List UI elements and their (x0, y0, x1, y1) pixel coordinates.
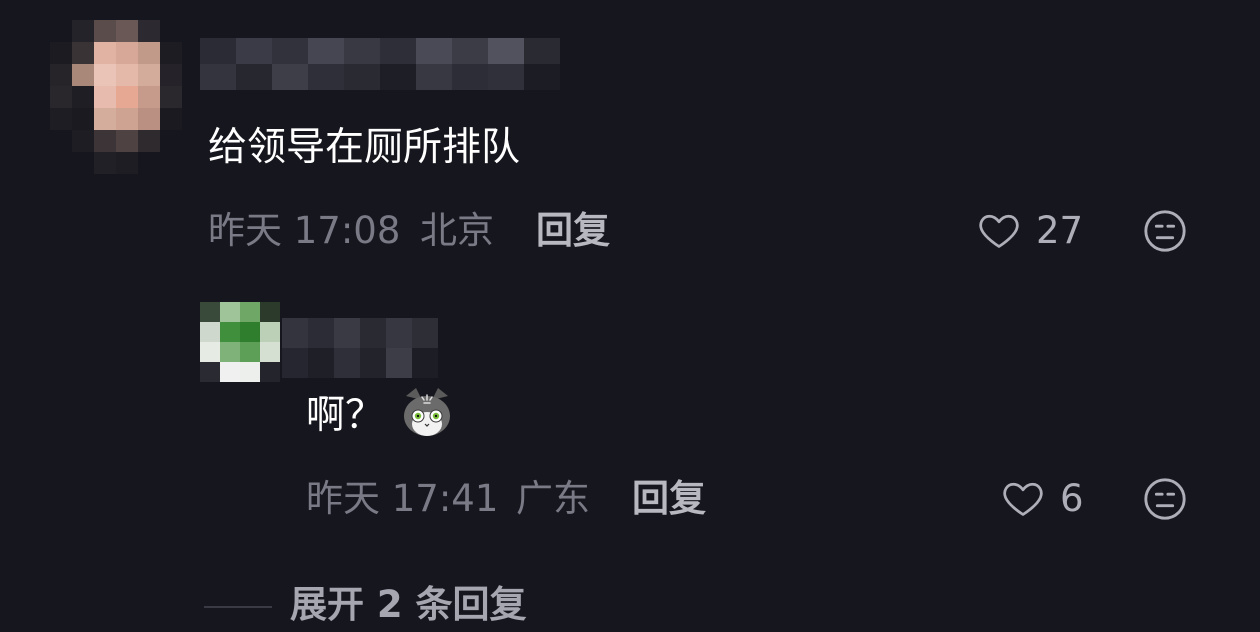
comment-location: 北京 (420, 209, 494, 252)
heart-outline-icon[interactable] (1000, 476, 1046, 520)
like-count: 27 (1036, 209, 1084, 252)
meh-face-icon[interactable] (1142, 208, 1188, 254)
reply-button[interactable]: 回复 (536, 212, 610, 249)
comment-thread: 给领导在厕所排队 昨天 17:08 北京 回复 27 啊？ 昨天 17:41 广… (0, 0, 1260, 632)
meh-face-icon[interactable] (1142, 476, 1188, 522)
cat-emoji-sticker (404, 388, 450, 436)
divider (204, 606, 272, 608)
username[interactable] (200, 38, 560, 90)
heart-outline-icon[interactable] (976, 208, 1022, 252)
reply-username[interactable] (282, 318, 438, 378)
avatar[interactable] (50, 20, 182, 174)
reply-text: 啊？ (306, 393, 385, 438)
expand-replies-button[interactable]: 展开 2 条回复 (290, 586, 527, 623)
reply-timestamp: 昨天 17:41 (306, 477, 499, 520)
reply-location: 广东 (516, 477, 590, 520)
reply-to-reply-button[interactable]: 回复 (632, 480, 706, 517)
reply-avatar[interactable] (200, 302, 280, 382)
comment-text: 给领导在厕所排队 (208, 125, 521, 170)
reply-like-count: 6 (1060, 477, 1084, 520)
comment-timestamp: 昨天 17:08 (208, 209, 401, 252)
